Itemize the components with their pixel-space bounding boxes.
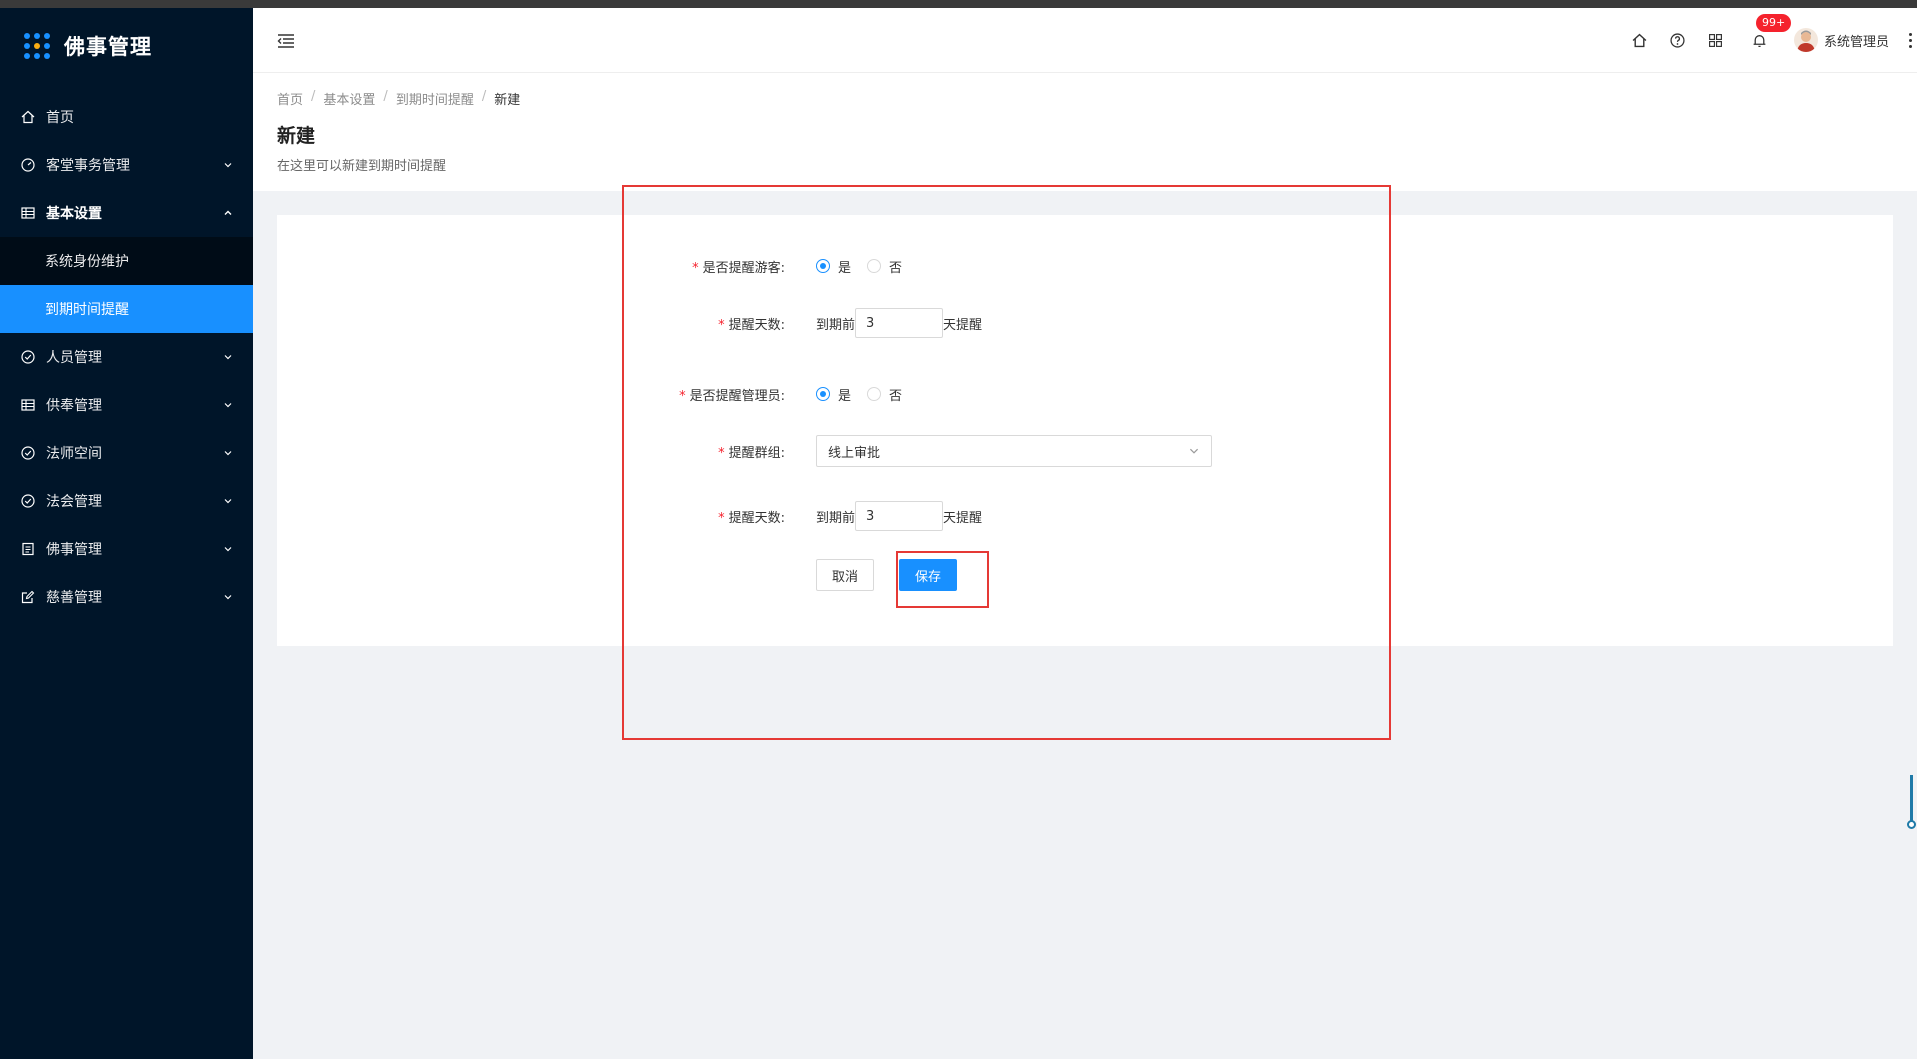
sidebar-item-label: 人员管理 [46, 350, 102, 366]
check-circle-icon [20, 349, 36, 365]
chevron-down-icon [224, 547, 232, 552]
sidebar-item-basic-settings[interactable]: 基本设置 [0, 189, 253, 237]
annotation-box-save [896, 551, 989, 608]
breadcrumb-separator: / [311, 89, 316, 104]
app-logo[interactable]: 佛事管理 [24, 26, 152, 66]
sidebar-item-label: 供奉管理 [46, 398, 102, 414]
sidebar-item-dharma-assembly[interactable]: 法会管理 [0, 477, 253, 525]
sidebar-item-reception[interactable]: 客堂事务管理 [0, 141, 253, 189]
table-icon [20, 397, 36, 413]
window-top-bar [0, 0, 1917, 8]
breadcrumb-item-home[interactable]: 首页 [277, 89, 303, 108]
check-circle-icon [20, 445, 36, 461]
sidebar-item-label: 到期时间提醒 [45, 302, 129, 318]
sidebar-item-identity-maintenance[interactable]: 系统身份维护 [0, 237, 253, 285]
sidebar-item-charity[interactable]: 慈善管理 [0, 573, 253, 621]
home-icon [20, 109, 36, 125]
breadcrumb-item-basic-settings[interactable]: 基本设置 [323, 89, 375, 108]
appstore-icon[interactable] [1706, 30, 1726, 50]
sidebar-item-label: 首页 [46, 110, 74, 126]
sidebar-item-personnel[interactable]: 人员管理 [0, 333, 253, 381]
avatar[interactable] [1793, 28, 1818, 52]
chevron-down-icon [224, 499, 232, 504]
table-icon [20, 205, 36, 221]
sidebar-item-label: 系统身份维护 [45, 254, 129, 270]
bell-icon[interactable]: 99+ [1750, 14, 1792, 50]
form-icon [20, 589, 36, 605]
menu-fold-icon[interactable] [277, 32, 295, 50]
breadcrumb-item-current: 新建 [494, 93, 521, 108]
sidebar-item-expiry-reminder[interactable]: 到期时间提醒 [0, 285, 253, 333]
more-vertical-icon[interactable] [1903, 30, 1917, 50]
page-header: 首页 / 基本设置 / 到期时间提醒 / 新建 新建 在这里可以新建到期时间提醒 [253, 73, 1917, 191]
sidebar-item-offerings[interactable]: 供奉管理 [0, 381, 253, 429]
sidebar-item-buddhist-affairs[interactable]: 佛事管理 [0, 525, 253, 573]
notification-badge: 99+ [1755, 14, 1792, 32]
header-actions: 99+ 系统管理员 [1612, 8, 1917, 72]
sidebar-submenu: 系统身份维护 到期时间提醒 [0, 237, 253, 333]
sidebar-item-label: 基本设置 [46, 206, 102, 222]
apps-grid-icon [24, 33, 50, 59]
chevron-down-icon [224, 595, 232, 600]
sidebar-menu: 首页 客堂事务管理 基本设置 系统身份维护 到期时间提醒 人员管理 供奉管理 法… [0, 93, 253, 621]
sidebar-item-label: 法师空间 [46, 446, 102, 462]
chevron-down-icon [224, 163, 232, 168]
chevron-down-icon [224, 451, 232, 456]
chevron-down-icon [224, 403, 232, 408]
top-header: 99+ 系统管理员 [253, 8, 1917, 73]
chevron-down-icon [224, 355, 232, 360]
page-title: 新建 [277, 125, 316, 147]
home-icon[interactable] [1630, 30, 1650, 50]
check-circle-icon [20, 493, 36, 509]
scrollbar[interactable] [1904, 775, 1916, 829]
annotation-box-form [622, 185, 1391, 740]
dashboard-icon [20, 157, 36, 173]
profile-icon [20, 541, 36, 557]
sidebar-item-label: 法会管理 [46, 494, 102, 510]
sidebar-item-master-space[interactable]: 法师空间 [0, 429, 253, 477]
breadcrumb: 首页 / 基本设置 / 到期时间提醒 / 新建 [277, 89, 520, 108]
breadcrumb-separator: / [383, 89, 388, 104]
sidebar-item-label: 客堂事务管理 [46, 158, 130, 174]
sidebar-item-label: 佛事管理 [46, 542, 102, 558]
breadcrumb-item-expiry-reminder[interactable]: 到期时间提醒 [396, 89, 474, 108]
app-title: 佛事管理 [64, 35, 152, 59]
sidebar: 佛事管理 首页 客堂事务管理 基本设置 系统身份维护 到期时间提醒 人员管理 供… [0, 8, 253, 1059]
sidebar-item-home[interactable]: 首页 [0, 93, 253, 141]
breadcrumb-separator: / [481, 89, 487, 104]
page-description: 在这里可以新建到期时间提醒 [277, 159, 447, 174]
question-icon[interactable] [1668, 30, 1688, 50]
sidebar-item-label: 慈善管理 [46, 590, 102, 606]
chevron-up-icon [224, 210, 232, 215]
username[interactable]: 系统管理员 [1824, 31, 1889, 50]
